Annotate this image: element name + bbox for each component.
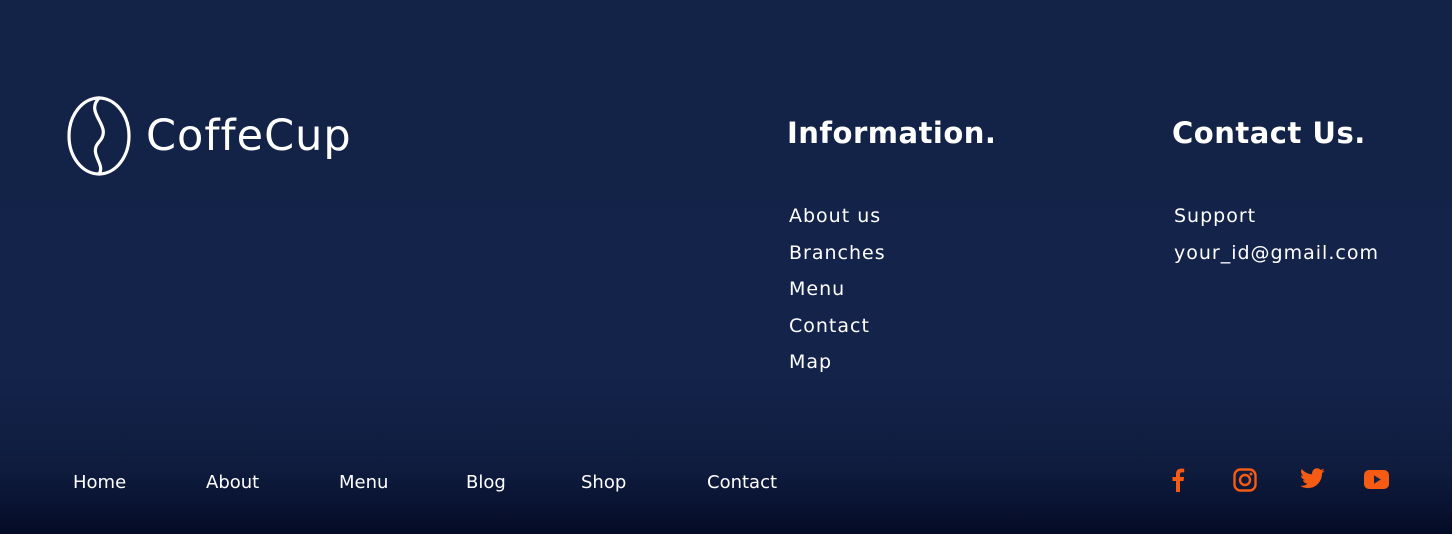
nav-menu[interactable]: Menu (339, 470, 388, 496)
twitter-icon (1300, 468, 1325, 489)
link-about-us[interactable]: About us (789, 205, 881, 227)
contact-heading: Contact Us. (1172, 116, 1366, 150)
twitter-link[interactable] (1300, 468, 1325, 489)
list-item: Support (1172, 198, 1379, 235)
link-menu[interactable]: Menu (789, 278, 845, 300)
brand-name: CoffeCup (146, 110, 352, 161)
link-branches[interactable]: Branches (789, 242, 886, 264)
link-map[interactable]: Map (789, 351, 832, 373)
youtube-link[interactable] (1364, 470, 1389, 489)
list-item: Map (787, 344, 996, 381)
bottom-nav: Home About Menu Blog Shop Contact (0, 470, 820, 496)
instagram-icon (1233, 468, 1257, 492)
information-links: About us Branches Menu Contact Map (787, 198, 996, 381)
link-email[interactable]: your_id@gmail.com (1174, 242, 1379, 264)
contact-links: Support your_id@gmail.com (1172, 198, 1379, 271)
nav-shop[interactable]: Shop (581, 470, 626, 496)
brand-logo[interactable]: CoffeCup (66, 96, 352, 176)
facebook-icon (1172, 468, 1185, 492)
nav-blog[interactable]: Blog (466, 470, 506, 496)
nav-contact[interactable]: Contact (707, 470, 777, 496)
nav-about[interactable]: About (206, 470, 259, 496)
list-item: About us (787, 198, 996, 235)
link-contact[interactable]: Contact (789, 315, 870, 337)
nav-home[interactable]: Home (73, 470, 126, 496)
facebook-link[interactable] (1171, 467, 1185, 492)
list-item: Contact (787, 308, 996, 345)
information-section: Information. About us Branches Menu Cont… (787, 114, 996, 381)
information-heading: Information. (787, 116, 997, 150)
list-item: Menu (787, 271, 996, 308)
coffee-bean-icon (67, 96, 131, 176)
instagram-link[interactable] (1233, 468, 1257, 492)
list-item: Branches (787, 235, 996, 272)
contact-section: Contact Us. Support your_id@gmail.com (1172, 114, 1379, 271)
youtube-icon (1364, 470, 1389, 489)
link-support[interactable]: Support (1174, 205, 1256, 227)
list-item: your_id@gmail.com (1172, 235, 1379, 272)
